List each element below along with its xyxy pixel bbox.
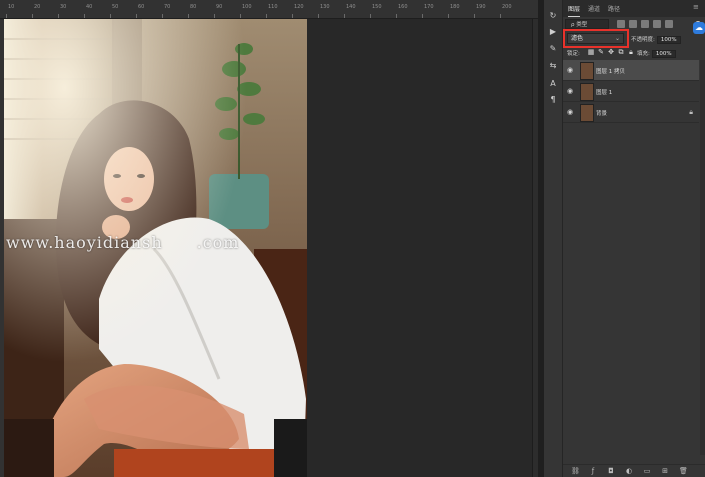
lock-artboard-icon[interactable]: ⧉ xyxy=(617,48,625,56)
layers-bottom-bar: ⛓ ƒ ◘ ◐ ▭ ⊞ 🗑︎ xyxy=(563,464,705,477)
ruler-tick-mark xyxy=(110,14,111,18)
filter-pixel-icon[interactable] xyxy=(617,20,625,28)
ruler-tick-mark xyxy=(6,14,7,18)
filter-kind-select[interactable]: ρ 类型 xyxy=(565,19,609,29)
ruler-tick-mark xyxy=(266,14,267,18)
filter-smart-object-icon[interactable] xyxy=(665,20,673,28)
fill-control[interactable]: 填充: 100% xyxy=(637,49,676,58)
panel-icon-strip: ↻ ▶ ✎ ⇆ A ¶ xyxy=(544,0,563,477)
ruler-tick-mark xyxy=(214,14,215,18)
ruler-tick-mark xyxy=(84,14,85,18)
layer-thumbnail xyxy=(580,104,594,122)
play-icon[interactable]: ▶ xyxy=(547,26,559,38)
blend-mode-highlight xyxy=(563,29,629,48)
ruler-tick-mark xyxy=(136,14,137,18)
layers-panel: 图层 通道 路径 ≡ ρ 类型 滤色 ⌄ 不透明度: 100% 锁定: ▦ ✎ ✥… xyxy=(563,0,705,477)
lock-position-icon[interactable]: ✥ xyxy=(607,48,615,56)
layer-row[interactable]: ◉ 图层 1 拷贝 xyxy=(563,60,699,81)
layer-name: 图层 1 拷贝 xyxy=(596,69,625,75)
ruler-tick-mark xyxy=(396,14,397,18)
link-icon[interactable]: ⛓ xyxy=(571,467,580,475)
filter-shape-icon[interactable] xyxy=(653,20,661,28)
layer-row[interactable]: ◉ 图层 1 xyxy=(563,81,699,102)
ruler-tick-label: 130 xyxy=(320,4,330,10)
tab-channels[interactable]: 通道 xyxy=(588,4,600,13)
ruler-tick-label: 10 xyxy=(8,4,15,10)
ruler-tick-label: 90 xyxy=(216,4,223,10)
ruler-tick-label: 30 xyxy=(60,4,67,10)
ruler-tick-label: 60 xyxy=(138,4,145,10)
ruler-tick-label: 150 xyxy=(372,4,382,10)
history-icon[interactable]: ↻ xyxy=(547,10,559,22)
lock-all-icon[interactable]: 🔒︎ xyxy=(627,48,635,56)
lock-label: 锁定: xyxy=(567,51,580,57)
paragraph-icon[interactable]: ¶ xyxy=(547,94,559,106)
brush-settings-icon[interactable]: ✎ xyxy=(547,43,559,55)
ruler-tick-mark xyxy=(240,14,241,18)
ruler-tick-label: 160 xyxy=(398,4,408,10)
lock-transparent-icon[interactable]: ▦ xyxy=(587,48,595,56)
group-icon[interactable]: ▭ xyxy=(643,467,651,475)
ruler-tick-label: 110 xyxy=(268,4,278,10)
lock-image-icon[interactable]: ✎ xyxy=(597,48,605,56)
layer-name: 图层 1 xyxy=(596,90,613,96)
ruler-tick-mark xyxy=(58,14,59,18)
panel-tabs: 图层 通道 路径 ≡ xyxy=(563,0,705,17)
ruler-tick-label: 40 xyxy=(86,4,93,10)
ruler-tick-mark xyxy=(344,14,345,18)
visibility-eye-icon[interactable]: ◉ xyxy=(567,108,575,116)
character-icon[interactable]: A xyxy=(547,78,559,90)
opacity-value[interactable]: 100% xyxy=(656,36,681,44)
ruler-tick-mark xyxy=(292,14,293,18)
tab-layers[interactable]: 图层 xyxy=(568,4,581,17)
watermark-text: www.haoyidiansh .com xyxy=(6,233,240,252)
lock-row: 锁定: ▦ ✎ ✥ ⧉ 🔒︎ 填充: 100% xyxy=(567,48,703,58)
panel-menu-icon[interactable]: ≡ xyxy=(693,3,701,11)
ruler-tick-mark xyxy=(422,14,423,18)
layer-name: 背景 xyxy=(596,111,608,117)
fill-value[interactable]: 100% xyxy=(651,50,676,58)
filter-adjustment-icon[interactable] xyxy=(629,20,637,28)
ruler-tick-mark xyxy=(474,14,475,18)
trash-icon[interactable]: 🗑︎ xyxy=(679,467,688,475)
cloud-libraries-icon[interactable]: ☁ xyxy=(693,22,705,34)
tab-paths[interactable]: 路径 xyxy=(608,4,620,13)
ruler-tick-label: 190 xyxy=(476,4,486,10)
ruler-tick-label: 200 xyxy=(502,4,512,10)
ruler-tick-label: 80 xyxy=(190,4,197,10)
visibility-eye-icon[interactable]: ◉ xyxy=(567,66,575,74)
layer-list: ◉ 图层 1 拷贝 ◉ 图层 1 ◉ 背景 🔒︎ xyxy=(563,60,699,123)
ruler-tick-mark xyxy=(188,14,189,18)
ruler-tick-label: 70 xyxy=(164,4,171,10)
layer-row[interactable]: ◉ 背景 🔒︎ xyxy=(563,102,699,123)
ruler-tick-mark xyxy=(32,14,33,18)
filter-type-icon[interactable] xyxy=(641,20,649,28)
fx-icon[interactable]: ƒ xyxy=(589,467,597,475)
horizontal-ruler: 10 20 30 40 50 60 70 80 90 100 110 120 130 140 150 160 1… xyxy=(0,0,538,19)
ruler-tick-label: 20 xyxy=(34,4,41,10)
ruler-tick-mark xyxy=(162,14,163,18)
layers-scrollbar[interactable] xyxy=(700,60,705,455)
opacity-control[interactable]: 不透明度: 100% xyxy=(631,35,681,44)
ruler-tick-label: 120 xyxy=(294,4,304,10)
ruler-tick-label: 100 xyxy=(242,4,252,10)
ruler-tick-label: 140 xyxy=(346,4,356,10)
layer-thumbnail xyxy=(580,83,594,101)
adjustment-layer-icon[interactable]: ◐ xyxy=(625,467,633,475)
ruler-tick-label: 180 xyxy=(450,4,460,10)
layer-thumbnail xyxy=(580,62,594,80)
ruler-tick-mark xyxy=(500,14,501,18)
layer-lock-icon: 🔒︎ xyxy=(689,108,693,116)
mask-icon[interactable]: ◘ xyxy=(607,467,615,475)
adjust-icon[interactable]: ⇆ xyxy=(547,60,559,72)
fill-label: 填充: xyxy=(637,51,650,57)
ruler-tick-label: 50 xyxy=(112,4,119,10)
visibility-eye-icon[interactable]: ◉ xyxy=(567,87,575,95)
opacity-label: 不透明度: xyxy=(631,37,655,43)
ruler-tick-mark xyxy=(370,14,371,18)
new-layer-icon[interactable]: ⊞ xyxy=(661,467,669,475)
ruler-tick-mark xyxy=(318,14,319,18)
ruler-tick-mark xyxy=(448,14,449,18)
ruler-tick-label: 170 xyxy=(424,4,434,10)
